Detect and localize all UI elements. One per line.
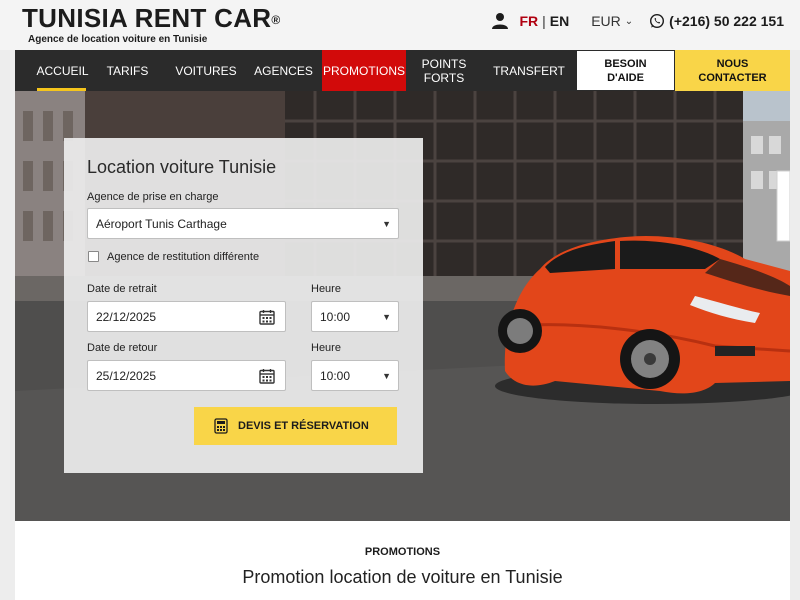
lang-fr-link[interactable]: FR: [519, 13, 538, 29]
brand-logo[interactable]: TUNISIA RENT CAR® Agence de location voi…: [22, 3, 281, 45]
main-nav: ACCUEIL TARIFS VOITURES AGENCES PROMOTIO…: [15, 50, 790, 91]
currency-select[interactable]: EUR ⌄: [591, 13, 633, 29]
whatsapp-icon: [650, 13, 665, 29]
pickup-time-label: Heure: [311, 283, 341, 295]
phone-link[interactable]: (+216) 50 222 151: [649, 13, 784, 29]
nav-item-agences[interactable]: AGENCES: [245, 50, 322, 91]
chevron-down-icon: ⌄: [624, 15, 634, 27]
nav-help-button[interactable]: BESOIN D'AIDE: [576, 50, 675, 91]
user-icon[interactable]: [491, 12, 509, 30]
header-utilities: FR | EN EUR ⌄ (+216) 50 222 151: [491, 12, 784, 30]
booking-form: Location voiture Tunisie Agence de prise…: [64, 138, 423, 473]
pickup-date-value: 22/12/2025: [96, 309, 157, 324]
lang-separator: |: [542, 13, 546, 29]
site-header: TUNISIA RENT CAR® Agence de location voi…: [0, 0, 800, 50]
nav-item-promotions[interactable]: PROMOTIONS: [322, 50, 406, 91]
return-date-input[interactable]: 25/12/2025: [87, 360, 286, 391]
nav-item-tarifs[interactable]: TARIFS: [88, 50, 167, 91]
promotions-kicker: PROMOTIONS: [364, 546, 441, 558]
form-title: Location voiture Tunisie: [87, 157, 277, 177]
calendar-icon[interactable]: [259, 309, 275, 325]
pickup-agency-select[interactable]: Aéroport Tunis Carthage ▼: [87, 208, 399, 239]
quote-booking-label: DEVIS ET RÉSERVATION: [238, 420, 369, 432]
chevron-down-icon: ▼: [382, 370, 391, 381]
return-time-select[interactable]: 10:00 ▼: [311, 360, 399, 391]
promotions-heading: Promotion location de voiture en Tunisie: [242, 567, 563, 587]
phone-number: (+216) 50 222 151: [669, 13, 784, 29]
return-different-checkbox[interactable]: [88, 251, 99, 262]
nav-item-accueil[interactable]: ACCUEIL: [15, 50, 89, 91]
chevron-down-icon: ▼: [382, 218, 391, 229]
pickup-time-value: 10:00: [320, 309, 351, 324]
pickup-agency-label: Agence de prise en charge: [87, 191, 219, 203]
promotions-section: PROMOTIONS Promotion location de voiture…: [15, 521, 790, 600]
calculator-icon: [214, 418, 228, 434]
pickup-date-input[interactable]: 22/12/2025: [87, 301, 286, 332]
return-date-label: Date de retour: [87, 342, 158, 354]
brand-tagline: Agence de location voiture en Tunisie: [28, 34, 208, 45]
pickup-time-select[interactable]: 10:00 ▼: [311, 301, 399, 332]
return-date-value: 25/12/2025: [96, 368, 157, 383]
pickup-date-label: Date de retrait: [87, 283, 157, 295]
chevron-down-icon: ▼: [382, 311, 391, 322]
return-different-label[interactable]: Agence de restitution différente: [107, 251, 259, 263]
nav-item-voitures[interactable]: VOITURES: [167, 50, 245, 91]
brand-title: TUNISIA RENT CAR®: [22, 3, 281, 33]
currency-value: EUR: [591, 13, 621, 29]
nav-item-transfert[interactable]: TRANSFERT: [482, 50, 576, 91]
quote-booking-button[interactable]: DEVIS ET RÉSERVATION: [194, 407, 397, 445]
nav-item-points-forts[interactable]: POINTS FORTS: [406, 50, 482, 91]
lang-en-link[interactable]: EN: [550, 13, 569, 29]
return-time-value: 10:00: [320, 368, 351, 383]
nav-contact-button[interactable]: NOUS CONTACTER: [675, 50, 790, 91]
pickup-agency-value: Aéroport Tunis Carthage: [96, 216, 227, 231]
calendar-icon[interactable]: [259, 368, 275, 384]
return-time-label: Heure: [311, 342, 341, 354]
